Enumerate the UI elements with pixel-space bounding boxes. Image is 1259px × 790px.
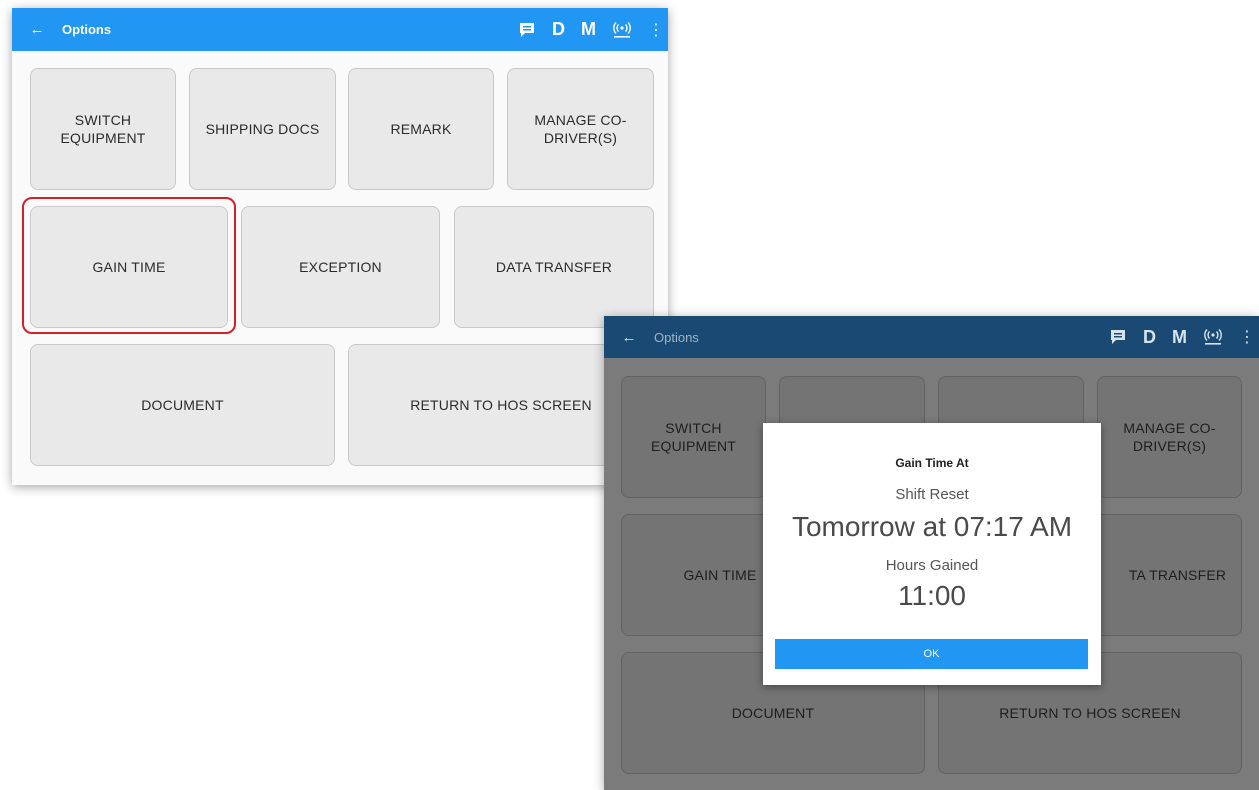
document-label: DOCUMENT [731,705,815,721]
document-label: DOCUMENT [141,397,224,413]
gain-time-dialog: Gain Time At Shift Reset Tomorrow at 07:… [763,423,1101,685]
switch-equipment-button[interactable]: SWITCH EQUIPMENT [621,376,766,498]
return-to-hos-label: RETURN TO HOS SCREEN [999,705,1181,721]
data-transfer-label: TA TRANSFER [1128,567,1227,583]
data-transfer-button[interactable]: DATA TRANSFER [454,206,654,328]
duty-status-m-button[interactable]: M [1172,327,1187,348]
switch-equipment-button[interactable]: SWITCH EQUIPMENT [30,68,176,190]
hours-gained-label: Hours Gained [885,557,979,574]
duty-status-d-button[interactable]: D [552,19,565,40]
shift-reset-time: Tomorrow at 07:17 AM [791,511,1073,542]
switch-equipment-label: SWITCH EQUIPMENT [60,112,146,146]
switch-equipment-label: SWITCH EQUIPMENT [650,420,737,454]
dialog-title: Gain Time At [895,456,969,470]
remark-button[interactable]: REMARK [348,68,494,190]
message-icon[interactable] [518,21,536,39]
page-title: Options [62,22,112,37]
manage-co-drivers-button[interactable]: MANAGE CO- DRIVER(S) [507,68,654,190]
shipping-docs-button[interactable]: SHIPPING DOCS [189,68,336,190]
toolbar-actions-dimmed: D M ⋮ [1109,327,1255,348]
gain-time-label: GAIN TIME [683,567,757,583]
eld-signal-icon[interactable] [1203,328,1223,346]
gain-time-highlight [22,197,236,334]
eld-signal-icon[interactable] [612,21,632,39]
message-icon[interactable] [1109,328,1127,346]
hours-gained-value: 11:00 [898,580,966,611]
manage-co-drivers-label: MANAGE CO- DRIVER(S) [534,112,627,146]
shift-reset-label: Shift Reset [895,486,969,503]
duty-status-m-button[interactable]: M [581,19,596,40]
manage-co-drivers-label: MANAGE CO- DRIVER(S) [1123,420,1216,454]
ok-button[interactable]: OK [775,639,1088,669]
more-vert-icon[interactable]: ⋮ [648,20,664,40]
duty-status-d-button[interactable]: D [1143,327,1156,348]
return-to-hos-label: RETURN TO HOS SCREEN [410,397,592,413]
app-bar-dimmed: ← Options D M ⋮ [604,316,1259,358]
more-vert-icon[interactable]: ⋮ [1239,327,1255,347]
toolbar-actions: D M ⋮ [518,19,664,40]
remark-label: REMARK [390,121,452,137]
exception-button[interactable]: EXCEPTION [241,206,440,328]
document-button[interactable]: DOCUMENT [30,344,335,466]
back-arrow-icon[interactable]: ← [614,329,644,346]
exception-label: EXCEPTION [299,259,382,275]
page-title-dimmed: Options [654,329,699,345]
shipping-docs-label: SHIPPING DOCS [205,121,320,137]
data-transfer-label: DATA TRANSFER [495,259,613,275]
back-arrow-icon[interactable]: ← [22,21,52,38]
app-bar: ← Options D M ⋮ [12,8,668,51]
manage-co-drivers-button[interactable]: MANAGE CO- DRIVER(S) [1097,376,1242,498]
